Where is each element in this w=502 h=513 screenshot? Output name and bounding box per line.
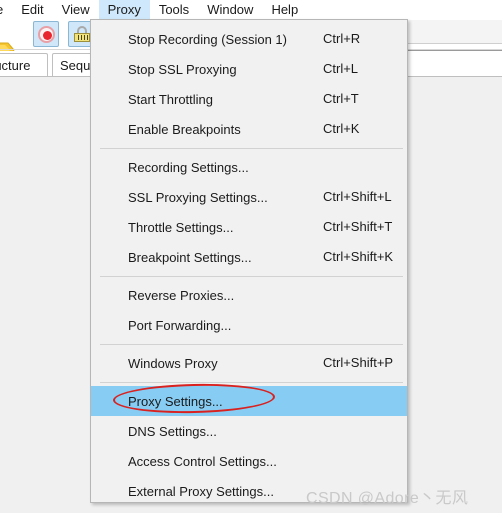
menu-item-shortcut: Ctrl+Shift+T bbox=[323, 219, 393, 234]
proxy-dropdown-menu: Stop Recording (Session 1) Ctrl+R Stop SSL… bbox=[90, 19, 408, 503]
menu-item-label: Port Forwarding... bbox=[128, 317, 232, 333]
proxy-menu-list: Stop Recording (Session 1) Ctrl+R Stop SSL… bbox=[91, 20, 407, 502]
menubar-item-label: Help bbox=[271, 2, 299, 17]
menu-item-label: Start Throttling bbox=[128, 91, 214, 107]
menubar-item-label: Proxy bbox=[107, 2, 141, 17]
menu-item-label: Reverse Proxies... bbox=[128, 287, 235, 303]
menu-item-label: External Proxy Settings... bbox=[128, 483, 274, 499]
menu-separator-4 bbox=[91, 378, 407, 386]
menu-item-shortcut: Ctrl+K bbox=[323, 121, 360, 136]
menu-separator-3 bbox=[91, 340, 407, 348]
tab-label: ructure bbox=[0, 57, 31, 73]
menubar-item-help[interactable]: Help bbox=[262, 0, 307, 19]
right-panel-strip bbox=[408, 20, 502, 44]
menu-item-reverse-proxies[interactable]: Reverse Proxies... bbox=[91, 280, 407, 310]
application-window: eEditViewProxyToolsWindowHelp ructureSeq… bbox=[0, 0, 502, 513]
menu-item-shortcut: Ctrl+Shift+K bbox=[323, 249, 394, 264]
watermark: CSDN @Adore丶无风 bbox=[306, 490, 469, 507]
menu-item-enable-breakpoints[interactable]: Enable Breakpoints Ctrl+K bbox=[91, 114, 407, 144]
menu-item-start-throttling[interactable]: Start Throttling Ctrl+T bbox=[91, 84, 407, 114]
menubar-item-file[interactable]: e bbox=[0, 0, 12, 19]
menu-item-label: Enable Breakpoints bbox=[128, 121, 241, 137]
menubar-item-view[interactable]: View bbox=[53, 0, 99, 19]
menubar-item-label: Tools bbox=[158, 2, 190, 17]
menu-item-label: Access Control Settings... bbox=[128, 453, 277, 469]
menu-item-windows-proxy[interactable]: Windows Proxy Ctrl+Shift+P bbox=[91, 348, 407, 378]
menubar-item-label: e bbox=[0, 0, 3, 19]
menu-bar: e Edit View Proxy Tools Window Help bbox=[0, 0, 502, 19]
menu-item-label: SSL Proxying Settings... bbox=[128, 189, 268, 205]
menu-item-recording-settings[interactable]: Recording Settings... bbox=[91, 152, 407, 182]
right-panel-divider-light bbox=[408, 43, 502, 44]
menu-item-throttle-settings[interactable]: Throttle Settings... Ctrl+Shift+T bbox=[91, 212, 407, 242]
menu-item-shortcut: Ctrl+T bbox=[323, 91, 359, 106]
right-panel-divider-dark bbox=[408, 50, 502, 51]
lock-icon-body bbox=[74, 33, 90, 42]
menu-separator-1 bbox=[91, 144, 407, 152]
menu-item-stop-ssl-proxying[interactable]: Stop SSL Proxying Ctrl+L bbox=[91, 54, 407, 84]
menu-item-label: Throttle Settings... bbox=[128, 219, 234, 235]
menu-separator-2 bbox=[91, 272, 407, 280]
menubar-item-label: Edit bbox=[21, 2, 44, 17]
menu-item-shortcut: Ctrl+Shift+P bbox=[323, 355, 394, 370]
menubar-item-edit[interactable]: Edit bbox=[12, 0, 52, 19]
menu-item-proxy-settings[interactable]: Proxy Settings... bbox=[91, 382, 407, 416]
menu-item-label: Stop Recording (Session 1) bbox=[128, 31, 287, 47]
menu-item-label: Breakpoint Settings... bbox=[128, 249, 252, 265]
menu-item-label: Recording Settings... bbox=[128, 159, 249, 175]
menubar-item-label: Window bbox=[207, 2, 254, 17]
menu-item-label: Proxy Settings... bbox=[128, 393, 223, 409]
menubar-item-tools[interactable]: Tools bbox=[150, 0, 198, 19]
menu-item-stop-recording[interactable]: Stop Recording (Session 1) Ctrl+R bbox=[91, 24, 407, 54]
menubar-item-label: View bbox=[61, 2, 90, 17]
menu-item-shortcut: Ctrl+Shift+L bbox=[323, 189, 392, 204]
menu-item-shortcut: Ctrl+R bbox=[323, 31, 361, 46]
tab-structure[interactable]: ructure bbox=[0, 53, 48, 76]
menu-item-label: DNS Settings... bbox=[128, 423, 217, 439]
menu-item-access-control-settings[interactable]: Access Control Settings... bbox=[91, 446, 407, 476]
record-dot bbox=[43, 31, 52, 40]
menubar-item-window[interactable]: Window bbox=[198, 0, 262, 19]
menu-item-label: Stop SSL Proxying bbox=[128, 61, 237, 77]
record-circle-icon bbox=[38, 26, 55, 43]
menu-item-shortcut: Ctrl+L bbox=[323, 61, 359, 76]
menu-item-breakpoint-settings[interactable]: Breakpoint Settings... Ctrl+Shift+K bbox=[91, 242, 407, 272]
menu-item-port-forwarding[interactable]: Port Forwarding... bbox=[91, 310, 407, 340]
record-toggle-button[interactable] bbox=[33, 21, 59, 47]
menu-item-ssl-proxying-settings[interactable]: SSL Proxying Settings... Ctrl+Shift+L bbox=[91, 182, 407, 212]
menubar-item-proxy[interactable]: Proxy bbox=[98, 0, 150, 19]
menu-item-label: Windows Proxy bbox=[128, 355, 218, 371]
menu-item-dns-settings[interactable]: DNS Settings... bbox=[91, 416, 407, 446]
